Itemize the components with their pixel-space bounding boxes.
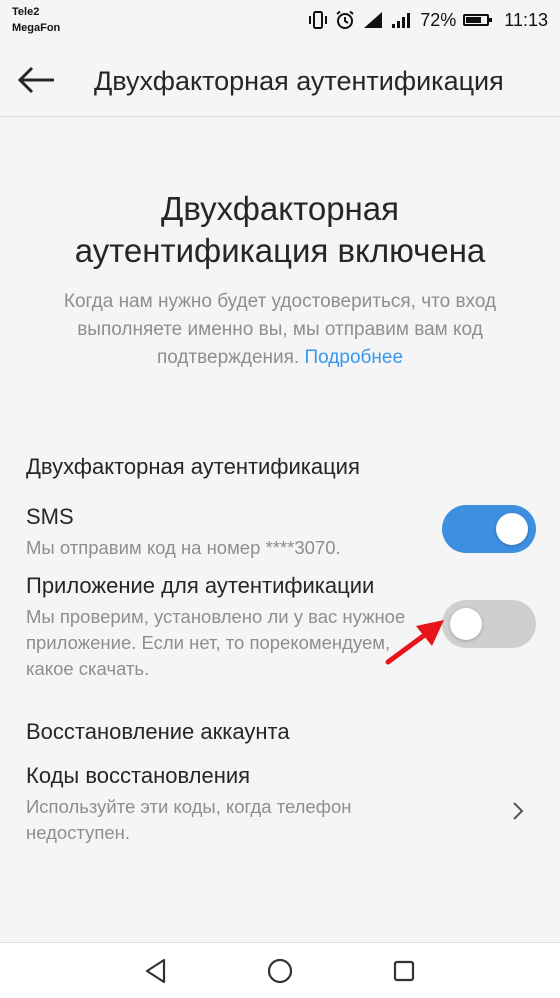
sms-toggle[interactable] [442,505,536,553]
status-description-text: Когда нам нужно будет удостовериться, чт… [63,291,497,368]
annotation-arrow-icon [385,620,444,665]
square-recents-icon [393,960,415,982]
carrier-name-1: Tele2 [12,6,40,18]
recovery-codes-description: Используйте эти коды, когда телефон недо… [26,796,352,843]
chevron-right-icon[interactable] [506,796,530,826]
battery-icon [463,14,493,26]
app-header: Двухфакторная аутентификация [0,44,560,117]
status-description: Когда нам нужно будет удостовериться, чт… [20,288,540,372]
recovery-section-title: Восстановление аккаунта [26,719,290,744]
nav-home-button[interactable] [262,953,298,989]
auth-app-toggle-knob [450,608,482,640]
page-title: Двухфакторная аутентификация [94,66,504,96]
status-heading: Двухфакторная аутентификация включена [0,188,560,272]
nav-recents-button[interactable] [386,953,422,989]
vibrate-icon [308,11,328,29]
back-arrow-icon [17,66,54,94]
recovery-codes-title: Коды восстановления [26,763,251,788]
circle-home-icon [267,958,293,984]
sms-title: SMS [26,504,74,529]
triangle-back-icon [145,958,166,984]
sms-description: Мы отправим код на номер ****3070. [26,537,341,558]
two-factor-section-title: Двухфакторная аутентификация [26,454,360,479]
battery-percent: 72% [420,9,457,30]
status-heading-line-1: Двухфакторная [161,190,399,227]
system-nav-bar [0,942,560,998]
wifi-signal-icon [391,11,413,29]
carrier-name-2: MegaFon [12,22,61,34]
alarm-icon [335,10,355,30]
screen: Tele2 MegaFon 72% 11:13 Двухфакторная ау… [0,0,560,998]
carrier-info: Tele2 MegaFon [12,4,60,36]
recovery-codes-row[interactable]: Коды восстановления Используйте эти коды… [0,756,560,852]
status-bar: Tele2 MegaFon 72% 11:13 [0,0,560,44]
signal-icon [362,11,384,29]
learn-more-link[interactable]: Подробнее [305,347,404,368]
back-button[interactable] [14,58,58,102]
nav-back-button[interactable] [138,953,174,989]
status-heading-line-2: аутентификация включена [74,232,486,269]
clock: 11:13 [504,9,548,30]
battery-level [466,17,481,23]
status-icons: 72% 11:13 [308,8,548,32]
sms-toggle-knob [496,513,528,545]
auth-app-title: Приложение для аутентификации [26,573,375,598]
auth-app-toggle[interactable] [442,600,536,648]
auth-app-description: Мы проверим, установлено ли у вас нужное… [26,606,406,679]
